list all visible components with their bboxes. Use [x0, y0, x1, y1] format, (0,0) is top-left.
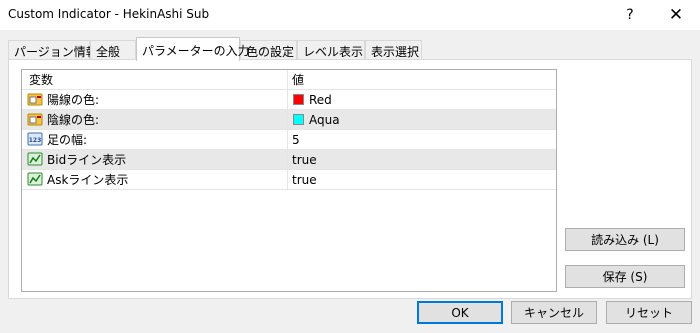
tab-version-info[interactable]: パージョン情報: [8, 40, 98, 61]
ok-button[interactable]: OK: [417, 301, 503, 324]
row-value-label: 5: [292, 133, 300, 147]
tab-levels[interactable]: レベル表示: [297, 40, 365, 61]
row-value-cell[interactable]: true: [288, 170, 556, 190]
row-value-label: true: [292, 173, 317, 187]
grid-header: 変数 値: [22, 70, 556, 90]
save-button[interactable]: 保存 (S): [565, 265, 685, 288]
row-value-cell[interactable]: 5: [288, 130, 556, 150]
color-param-icon: [27, 113, 43, 126]
row-value-label: Aqua: [309, 113, 340, 127]
row-name-cell: 123 足の幅:: [22, 130, 288, 150]
reset-button[interactable]: リセット: [606, 301, 692, 324]
table-row[interactable]: Askライン表示 true: [22, 170, 556, 190]
color-param-icon: [27, 93, 43, 106]
load-button[interactable]: 読み込み (L): [565, 228, 685, 251]
title-bar: Custom Indicator - HekinAshi Sub ? ✕: [0, 0, 700, 30]
help-button[interactable]: ?: [608, 0, 652, 30]
row-value-label: Red: [309, 93, 332, 107]
close-button[interactable]: ✕: [654, 0, 698, 30]
table-row[interactable]: 123 足の幅: 5: [22, 130, 556, 150]
tab-visualization[interactable]: 表示選択: [365, 40, 422, 61]
color-swatch: [293, 94, 304, 105]
parameters-grid: 変数 値 陽線の色: Red 陰線の色: Aqua 123 足の幅: 5 Bid…: [21, 69, 557, 292]
row-name-cell: 陽線の色:: [22, 90, 288, 110]
row-value-label: true: [292, 153, 317, 167]
column-header-variable[interactable]: 変数: [22, 70, 288, 90]
color-swatch: [293, 114, 304, 125]
row-name-cell: 陰線の色:: [22, 110, 288, 130]
row-value-cell[interactable]: Aqua: [288, 110, 556, 130]
tab-parameters[interactable]: パラメーターの入力: [136, 37, 250, 61]
row-name-label: 陰線の色:: [47, 113, 100, 127]
row-name-label: 陽線の色:: [47, 93, 100, 107]
table-row[interactable]: 陽線の色: Red: [22, 90, 556, 110]
row-name-label: Askライン表示: [47, 173, 129, 187]
row-value-cell[interactable]: Red: [288, 90, 556, 110]
row-name-cell: Askライン表示: [22, 170, 288, 190]
column-header-value[interactable]: 値: [288, 70, 556, 90]
table-row[interactable]: 陰線の色: Aqua: [22, 110, 556, 130]
table-row[interactable]: Bidライン表示 true: [22, 150, 556, 170]
window-title: Custom Indicator - HekinAshi Sub: [8, 7, 210, 21]
row-name-cell: Bidライン表示: [22, 150, 288, 170]
cancel-button[interactable]: キャンセル: [511, 301, 597, 324]
parameters-panel: 変数 値 陽線の色: Red 陰線の色: Aqua 123 足の幅: 5 Bid…: [8, 59, 692, 299]
integer-param-icon: 123: [27, 132, 43, 146]
boolean-param-icon: [27, 152, 43, 166]
row-name-label: Bidライン表示: [47, 153, 127, 167]
row-value-cell[interactable]: true: [288, 150, 556, 170]
svg-text:123: 123: [29, 137, 42, 144]
row-name-label: 足の幅:: [47, 133, 88, 147]
tab-general[interactable]: 全般: [90, 40, 136, 61]
boolean-param-icon: [27, 172, 43, 186]
